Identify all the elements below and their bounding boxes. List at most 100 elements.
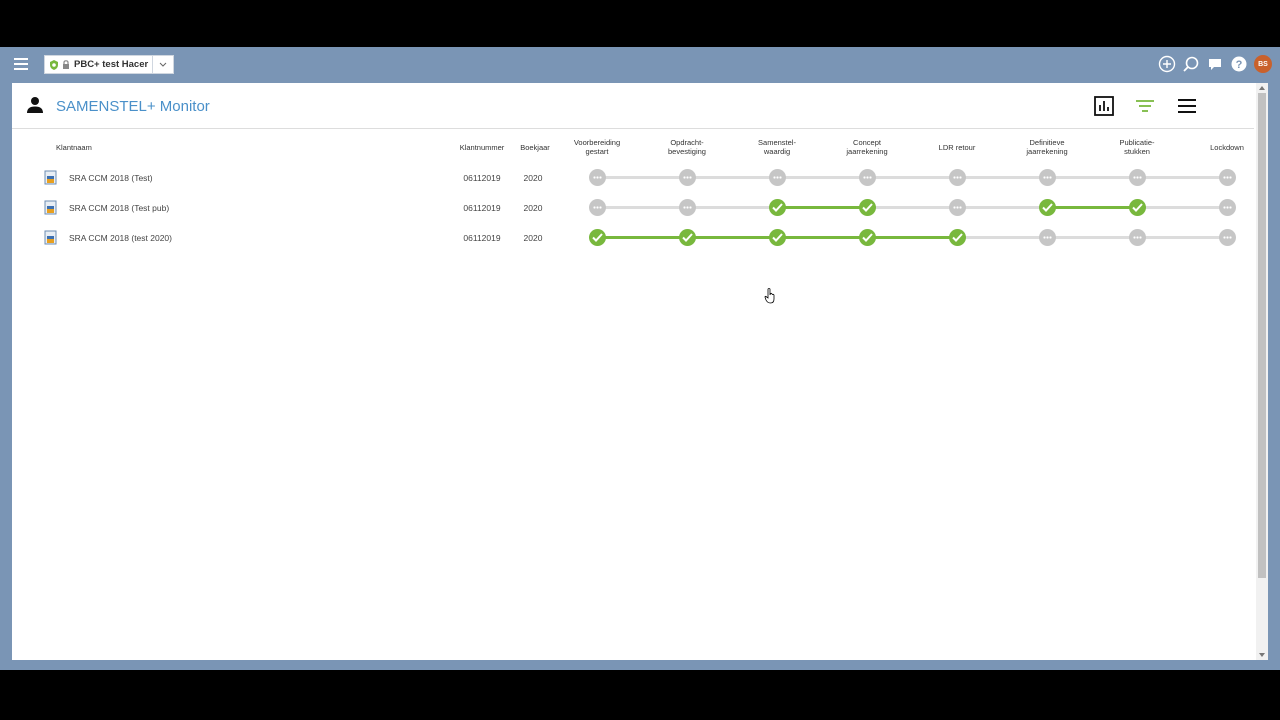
dots-icon bbox=[683, 206, 692, 209]
scrollbar[interactable] bbox=[1256, 83, 1268, 660]
main-panel: SAMENSTEL+ Monitor Klantnaam Klantnummer… bbox=[12, 83, 1268, 660]
progress-connector bbox=[867, 236, 957, 239]
check-icon bbox=[862, 203, 873, 212]
avatar[interactable]: BS bbox=[1254, 55, 1272, 73]
progress-connector bbox=[1137, 206, 1227, 209]
menu-icon[interactable] bbox=[1176, 95, 1198, 117]
progress-connector bbox=[777, 176, 867, 179]
client-name[interactable]: SRA CCM 2018 (Test pub) bbox=[69, 203, 169, 213]
table-row[interactable]: SRA CCM 2018 (Test pub) 06112019 2020 bbox=[12, 195, 1252, 223]
add-circle-icon[interactable] bbox=[1158, 55, 1176, 73]
dots-icon bbox=[953, 176, 962, 179]
dots-icon bbox=[593, 206, 602, 209]
hamburger-menu-icon[interactable] bbox=[14, 58, 28, 70]
dots-icon bbox=[1223, 176, 1232, 179]
scrollbar-thumb[interactable] bbox=[1258, 93, 1266, 578]
column-header-stage[interactable]: Publicatie-stukken bbox=[1102, 138, 1172, 156]
stage-status-done[interactable] bbox=[859, 199, 876, 216]
stage-status-pending[interactable] bbox=[679, 169, 696, 186]
document-icon bbox=[44, 170, 57, 185]
stage-status-done[interactable] bbox=[859, 229, 876, 246]
stage-status-done[interactable] bbox=[769, 199, 786, 216]
dots-icon bbox=[863, 176, 872, 179]
progress-connector bbox=[1137, 236, 1227, 239]
check-icon bbox=[1132, 203, 1143, 212]
progress-connector bbox=[597, 206, 687, 209]
column-header-stage[interactable]: Concept jaarrekening bbox=[832, 138, 902, 156]
column-header-stage[interactable]: Definitieve jaarrekening bbox=[1012, 138, 1082, 156]
dots-icon bbox=[1043, 236, 1052, 239]
chevron-down-icon[interactable] bbox=[152, 56, 173, 73]
stage-status-pending[interactable] bbox=[1039, 169, 1056, 186]
stage-status-done[interactable] bbox=[1129, 199, 1146, 216]
top-icons: ? BS bbox=[1158, 55, 1272, 73]
client-number: 06112019 bbox=[463, 173, 501, 183]
person-icon bbox=[27, 97, 43, 113]
check-icon bbox=[1042, 203, 1053, 212]
stage-status-done[interactable] bbox=[949, 229, 966, 246]
stage-status-pending[interactable] bbox=[1129, 229, 1146, 246]
stage-status-pending[interactable] bbox=[949, 169, 966, 186]
check-icon bbox=[952, 233, 963, 242]
progress-connector bbox=[687, 236, 777, 239]
hand-cursor-icon bbox=[764, 288, 775, 304]
column-header-name[interactable]: Klantnaam bbox=[56, 143, 92, 152]
document-icon bbox=[44, 230, 57, 245]
dots-icon bbox=[1223, 206, 1232, 209]
stage-status-pending[interactable] bbox=[1129, 169, 1146, 186]
stage-status-pending[interactable] bbox=[859, 169, 876, 186]
column-header-stage[interactable]: Opdracht-bevestiging bbox=[652, 138, 722, 156]
dots-icon bbox=[1043, 176, 1052, 179]
stage-status-pending[interactable] bbox=[769, 169, 786, 186]
client-number: 06112019 bbox=[463, 203, 501, 213]
stage-status-pending[interactable] bbox=[949, 199, 966, 216]
filter-icon[interactable] bbox=[1134, 95, 1156, 117]
stage-status-pending[interactable] bbox=[589, 169, 606, 186]
stage-status-pending[interactable] bbox=[1039, 229, 1056, 246]
column-header-year[interactable]: Boekjaar bbox=[518, 143, 552, 152]
stage-status-done[interactable] bbox=[1039, 199, 1056, 216]
dots-icon bbox=[773, 176, 782, 179]
help-icon[interactable]: ? bbox=[1230, 55, 1248, 73]
panel-header: SAMENSTEL+ Monitor bbox=[12, 83, 1254, 129]
scroll-down-icon[interactable] bbox=[1259, 653, 1265, 657]
app-window: PBC+ test Hacer ? BS SAMENSTEL+ Monitor bbox=[0, 47, 1280, 670]
chart-icon[interactable] bbox=[1093, 95, 1115, 117]
client-name[interactable]: SRA CCM 2018 (Test) bbox=[69, 173, 153, 183]
column-header-stage[interactable]: LDR retour bbox=[922, 143, 992, 152]
progress-connector bbox=[687, 176, 777, 179]
progress-connector bbox=[957, 176, 1047, 179]
table-row[interactable]: SRA CCM 2018 (test 2020) 06112019 2020 bbox=[12, 225, 1252, 253]
stage-status-done[interactable] bbox=[769, 229, 786, 246]
dots-icon bbox=[1133, 176, 1142, 179]
check-icon bbox=[772, 203, 783, 212]
progress-connector bbox=[597, 236, 687, 239]
shield-icon bbox=[50, 59, 58, 70]
search-icon[interactable] bbox=[1182, 55, 1200, 73]
progress-connector bbox=[957, 236, 1047, 239]
column-header-stage[interactable]: Lockdown bbox=[1192, 143, 1262, 152]
svg-text:?: ? bbox=[1236, 59, 1243, 71]
fiscal-year: 2020 bbox=[523, 173, 543, 183]
chat-icon[interactable] bbox=[1206, 55, 1224, 73]
check-icon bbox=[772, 233, 783, 242]
document-icon bbox=[44, 200, 57, 215]
column-header-stage[interactable]: Voorbereiding gestart bbox=[562, 138, 632, 156]
stage-status-done[interactable] bbox=[589, 229, 606, 246]
stage-status-pending[interactable] bbox=[1219, 229, 1236, 246]
scroll-up-icon[interactable] bbox=[1259, 86, 1265, 90]
table-row[interactable]: SRA CCM 2018 (Test) 06112019 2020 bbox=[12, 165, 1252, 193]
dots-icon bbox=[953, 206, 962, 209]
stage-status-pending[interactable] bbox=[589, 199, 606, 216]
column-header-number[interactable]: Klantnummer bbox=[456, 143, 508, 152]
stage-status-pending[interactable] bbox=[1219, 169, 1236, 186]
progress-connector bbox=[1137, 176, 1227, 179]
column-header-stage[interactable]: Samenstel-waardig bbox=[742, 138, 812, 156]
fiscal-year: 2020 bbox=[523, 233, 543, 243]
stage-status-pending[interactable] bbox=[679, 199, 696, 216]
stage-status-pending[interactable] bbox=[1219, 199, 1236, 216]
client-name[interactable]: SRA CCM 2018 (test 2020) bbox=[69, 233, 172, 243]
check-icon bbox=[682, 233, 693, 242]
stage-status-done[interactable] bbox=[679, 229, 696, 246]
environment-select[interactable]: PBC+ test Hacer bbox=[44, 55, 174, 74]
